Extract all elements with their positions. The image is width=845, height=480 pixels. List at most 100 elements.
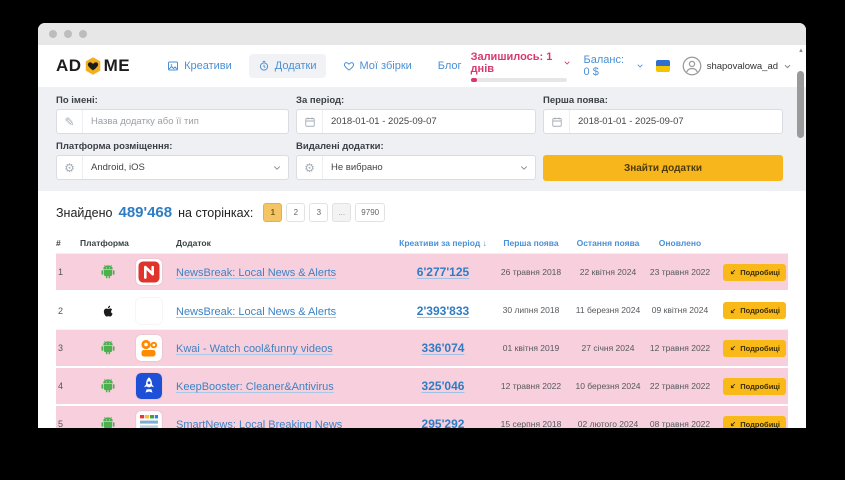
scrollbar[interactable]: ▲ <box>795 45 806 428</box>
filter-by-name: По імені: ✎ <box>56 95 289 134</box>
col-header-first-seen[interactable]: Перша поява <box>492 238 570 248</box>
details-cell: Подробиці <box>714 378 788 395</box>
clock-icon <box>258 60 270 72</box>
table-header-row: # Платформа Додаток Креативи за період ↓… <box>56 232 788 254</box>
creatives-count-cell: 325'046 <box>394 377 492 395</box>
window-titlebar[interactable] <box>38 23 806 45</box>
col-header-app: Додаток <box>176 238 394 248</box>
details-label: Подробиці <box>740 268 780 277</box>
app-name-cell: Kwai - Watch cool&funny videos <box>176 339 394 357</box>
nav-item-1[interactable]: Креативи <box>158 54 241 78</box>
first-seen-date-input[interactable]: 2018-01-01 - 2025-09-07 <box>543 109 783 134</box>
app-name-input[interactable] <box>83 116 288 127</box>
header-right: Залишилось: 1 днів Баланс: 0 $ shapovalo… <box>471 51 792 82</box>
page-button-9790[interactable]: 9790 <box>355 203 385 222</box>
last-seen-date: 10 березня 2024 <box>570 381 646 392</box>
app-name-link[interactable]: KeepBooster: Cleaner&Antivirus <box>176 381 334 393</box>
found-suffix: на сторінках: <box>178 206 253 220</box>
col-header-creatives[interactable]: Креативи за період ↓ <box>394 238 492 248</box>
apple-icon <box>80 303 136 319</box>
remaining-progress-fill <box>471 78 477 82</box>
creatives-count-cell: 2'393'833 <box>394 302 492 320</box>
first-seen-date: 15 серпня 2018 <box>492 419 570 428</box>
minimize-window-icon[interactable] <box>64 30 72 38</box>
nav-item-4[interactable]: Блог <box>429 54 471 78</box>
app-name-link[interactable]: Kwai - Watch cool&funny videos <box>176 343 333 355</box>
scroll-up-icon[interactable]: ▲ <box>798 48 804 54</box>
details-button[interactable]: Подробиці <box>723 378 786 395</box>
browser-window: AD ME Креативи Додатки Мої збірки Блог Зали… <box>38 23 806 428</box>
ukraine-flag-icon[interactable] <box>656 60 670 72</box>
table-body: 1NewsBreak: Local News & Alerts6'277'125… <box>56 254 788 428</box>
creatives-count-link[interactable]: 336'074 <box>422 341 465 355</box>
page-button-3[interactable]: 3 <box>309 203 328 222</box>
search-apps-button[interactable]: Знайти додатки <box>543 155 783 181</box>
first-seen-date: 12 травня 2022 <box>492 381 570 392</box>
col-header-updated[interactable]: Оновлено <box>646 238 714 248</box>
filter-platform: Платформа розміщення: ⚙ Android, iOS <box>56 141 289 181</box>
found-count: 489'468 <box>119 204 173 221</box>
app-icon <box>136 335 176 361</box>
app-name-cell: KeepBooster: Cleaner&Antivirus <box>176 377 394 395</box>
creatives-count-link[interactable]: 295'292 <box>422 417 465 428</box>
details-cell: Подробиці <box>714 302 788 319</box>
first-seen-date: 01 квітня 2019 <box>492 343 570 354</box>
table-row: 1NewsBreak: Local News & Alerts6'277'125… <box>56 254 788 292</box>
col-header-last-seen[interactable]: Остання поява <box>570 238 646 248</box>
account-menu[interactable]: shapovalowa_ad <box>682 56 792 76</box>
app-name-link[interactable]: NewsBreak: Local News & Alerts <box>176 267 336 279</box>
creatives-count-link[interactable]: 2'393'833 <box>417 304 469 318</box>
logo-text-left: AD <box>56 56 82 76</box>
platform-select[interactable]: ⚙ Android, iOS <box>56 155 289 180</box>
details-button[interactable]: Подробиці <box>723 416 786 429</box>
app-icon-none <box>136 298 162 324</box>
filter-deleted: Видалені додатки: ⚙ Не вибрано <box>296 141 536 181</box>
remaining-progressbar <box>471 78 567 82</box>
period-label: За період: <box>296 95 536 106</box>
chevron-down-icon <box>563 58 571 68</box>
page-button-1[interactable]: 1 <box>263 203 282 222</box>
creatives-count-cell: 6'277'125 <box>394 263 492 281</box>
maximize-window-icon[interactable] <box>79 30 87 38</box>
creatives-count-link[interactable]: 325'046 <box>422 379 465 393</box>
image-icon <box>167 60 179 72</box>
nav-item-2[interactable]: Додатки <box>249 54 326 78</box>
platform-value: Android, iOS <box>83 162 266 173</box>
app-icon <box>136 298 176 324</box>
nav-item-3[interactable]: Мої збірки <box>334 54 421 78</box>
adme-logo[interactable]: AD ME <box>56 56 130 76</box>
close-window-icon[interactable] <box>49 30 57 38</box>
first-seen-date: 26 травня 2018 <box>492 267 570 278</box>
balance-label: Баланс: 0 $ <box>584 54 632 78</box>
android-icon <box>80 340 136 356</box>
results-section: Знайдено 489'468 на сторінках: 123...979… <box>38 191 806 428</box>
table-row: 5SmartNews: Local Breaking News295'29215… <box>56 406 788 428</box>
details-button[interactable]: Подробиці <box>723 264 786 281</box>
period-date-input[interactable]: 2018-01-01 - 2025-09-07 <box>296 109 536 134</box>
app-name-link[interactable]: SmartNews: Local Breaking News <box>176 419 342 428</box>
scrollbar-thumb[interactable] <box>797 71 804 138</box>
heart-icon <box>343 60 355 72</box>
avatar <box>682 56 702 76</box>
balance-dropdown[interactable]: Баланс: 0 $ <box>584 54 644 78</box>
last-seen-date: 27 січня 2024 <box>570 343 646 354</box>
app-icon-newsbreak <box>136 259 162 285</box>
first-seen-value: 2018-01-01 - 2025-09-07 <box>570 116 782 127</box>
username-label: shapovalowa_ad <box>707 61 778 72</box>
calendar-icon <box>544 110 570 133</box>
page-button-2[interactable]: 2 <box>286 203 305 222</box>
app-icon <box>136 259 176 285</box>
row-number: 2 <box>56 306 80 316</box>
details-cell: Подробиці <box>714 416 788 429</box>
subscription-remaining[interactable]: Залишилось: 1 днів <box>471 51 572 82</box>
app-name-link[interactable]: NewsBreak: Local News & Alerts <box>176 306 336 318</box>
table-row: 3Kwai - Watch cool&funny videos336'07401… <box>56 330 788 368</box>
deleted-select[interactable]: ⚙ Не вибрано <box>296 155 536 180</box>
details-button[interactable]: Подробиці <box>723 340 786 357</box>
details-button[interactable]: Подробиці <box>723 302 786 319</box>
logo-heart-icon <box>83 56 103 76</box>
updated-date: 12 травня 2022 <box>646 343 714 354</box>
creatives-count-link[interactable]: 6'277'125 <box>417 265 469 279</box>
app-icon-smartnews <box>136 411 162 428</box>
creatives-count-cell: 336'074 <box>394 339 492 357</box>
